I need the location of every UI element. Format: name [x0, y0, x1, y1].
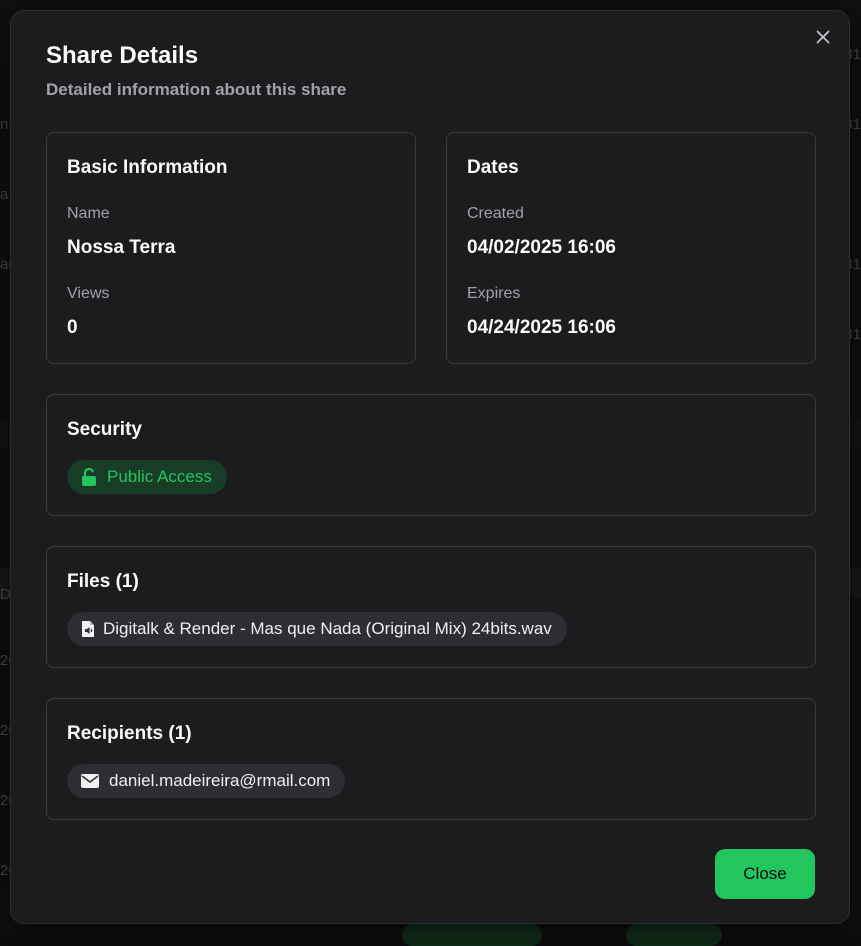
share-details-dialog: Share Details Detailed information about…	[10, 10, 850, 924]
recipient-email: daniel.madeireira@rmail.com	[109, 771, 331, 790]
audio-file-icon	[81, 620, 95, 638]
views-label: Views	[67, 285, 110, 302]
recipient-chip: daniel.madeireira@rmail.com	[67, 764, 346, 798]
dialog-subtitle: Detailed information about this share	[46, 80, 347, 99]
security-card: Security Public Access	[46, 394, 816, 516]
public-access-badge: Public Access	[67, 460, 227, 494]
background-badge	[402, 924, 542, 946]
security-title: Security	[67, 419, 142, 440]
expires-label: Expires	[467, 285, 521, 302]
file-name: Digitalk & Render - Mas que Nada (Origin…	[103, 619, 552, 638]
files-title: Files (1)	[67, 571, 139, 592]
recipients-title: Recipients (1)	[67, 723, 192, 744]
public-access-label: Public Access	[107, 467, 212, 486]
created-value: 04/02/2025 16:06	[467, 237, 616, 258]
created-label: Created	[467, 205, 524, 222]
file-chip: Digitalk & Render - Mas que Nada (Origin…	[67, 612, 567, 646]
close-button[interactable]: Close	[715, 849, 815, 899]
files-card: Files (1) Digitalk & Render - Mas que Na…	[46, 546, 816, 668]
recipients-card: Recipients (1) daniel.madeireira@rmail.c…	[46, 698, 816, 820]
background-badge	[626, 924, 722, 946]
basic-information-card: Basic Information Name Nossa Terra Views…	[46, 132, 416, 364]
name-label: Name	[67, 205, 110, 222]
mail-icon	[81, 774, 99, 788]
basic-information-title: Basic Information	[67, 157, 228, 178]
expires-value: 04/24/2025 16:06	[467, 317, 616, 338]
background-text: a	[0, 186, 9, 203]
unlock-icon	[81, 468, 97, 486]
dates-title: Dates	[467, 157, 519, 178]
dates-card: Dates Created 04/02/2025 16:06 Expires 0…	[446, 132, 816, 364]
views-value: 0	[67, 317, 78, 338]
dialog-title: Share Details	[46, 42, 199, 69]
close-icon[interactable]	[813, 27, 833, 47]
name-value: Nossa Terra	[67, 237, 176, 258]
